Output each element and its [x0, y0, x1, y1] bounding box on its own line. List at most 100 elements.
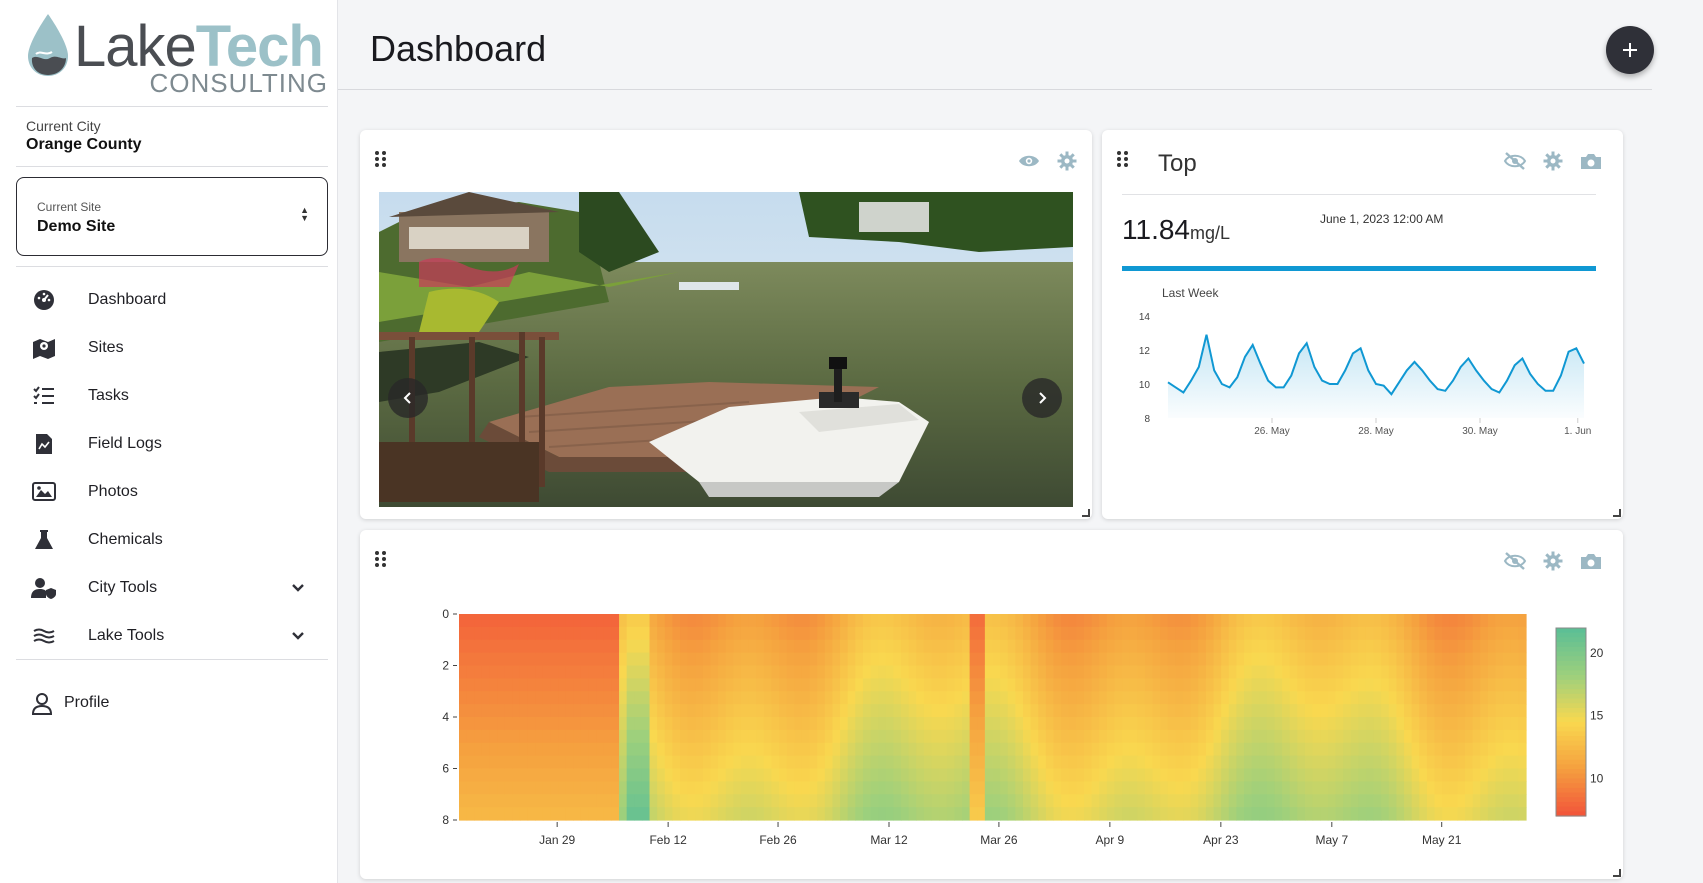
heatmap-cell [893, 717, 902, 731]
drag-handle-icon[interactable] [374, 150, 388, 168]
heatmap-cell [1304, 704, 1314, 718]
sidebar-item-city-tools[interactable]: City Tools [16, 564, 328, 612]
heatmap-cell [702, 678, 712, 692]
heatmap-cell [580, 626, 590, 641]
heatmap-cell [1251, 768, 1260, 782]
heatmap-cell [916, 768, 925, 782]
heatmap-cell [1099, 768, 1108, 782]
heatmap-cell [680, 639, 689, 654]
heatmap-cell [1304, 729, 1314, 744]
heatmap-cell [512, 742, 521, 757]
heatmap-cell [619, 729, 628, 744]
heatmap-cell [1396, 781, 1405, 795]
heatmap-cell [1350, 794, 1359, 808]
heatmap-cell [1015, 755, 1024, 770]
heatmap-cell [1213, 626, 1222, 641]
heatmap-cell [504, 729, 513, 744]
heatmap-cell [1251, 755, 1260, 770]
heatmap-cell [1091, 729, 1100, 744]
heatmap-cell [1274, 691, 1283, 705]
heatmap-cell [1015, 614, 1024, 628]
heatmap-cell [695, 704, 704, 718]
heatmap-cell [672, 794, 681, 808]
camera-icon[interactable] [1578, 148, 1604, 174]
heatmap-cell [1228, 639, 1237, 654]
heatmap-cell [908, 626, 917, 641]
heatmap-cell [923, 794, 933, 808]
heatmap-cell [840, 614, 849, 628]
heatmap-cell [908, 729, 917, 744]
heatmap-cell [687, 704, 696, 718]
heatmap-cell [1518, 614, 1527, 628]
heatmap-cell [1289, 794, 1298, 808]
heatmap-cell [801, 794, 811, 808]
heatmap-cell [580, 665, 590, 679]
heatmap-cell [1503, 691, 1512, 705]
sidebar-item-dashboard[interactable]: Dashboard [16, 276, 328, 324]
heatmap-cell [740, 794, 750, 808]
heatmap-cell [1244, 704, 1253, 718]
heatmap-cell [1068, 807, 1077, 821]
heatmap-cell [962, 652, 971, 667]
sidebar-item-field-logs[interactable]: Field Logs [16, 420, 328, 468]
laketech-logo[interactable]: LakeTech CONSULTING [24, 14, 334, 98]
heatmap-cell [748, 639, 757, 654]
heatmap-cell [626, 704, 635, 718]
heatmap-cell [840, 768, 849, 782]
sidebar-item-photos[interactable]: Photos [16, 468, 328, 516]
heatmap-cell [1000, 729, 1009, 744]
sidebar-item-chemicals[interactable]: Chemicals [16, 516, 328, 564]
carousel-prev-button[interactable] [388, 378, 428, 418]
heatmap-cell [710, 691, 719, 705]
eye-icon[interactable] [1016, 148, 1042, 174]
eye-slash-icon[interactable] [1502, 148, 1528, 174]
gear-icon[interactable] [1540, 548, 1566, 574]
heatmap-cell [641, 781, 651, 795]
heatmap-cell [809, 717, 818, 731]
heatmap-cell [855, 717, 864, 731]
heatmap-cell [573, 614, 582, 628]
heatmap-cell [1144, 678, 1154, 692]
colorbar-segment [1556, 670, 1586, 676]
heatmap-cell [550, 781, 559, 795]
sidebar-item-lake-tools[interactable]: Lake Tools [16, 612, 328, 660]
resize-handle[interactable] [1613, 509, 1621, 517]
resize-handle[interactable] [1613, 869, 1621, 877]
drag-handle-icon[interactable] [1116, 150, 1130, 168]
heatmap-cell [481, 755, 491, 770]
heatmap-cell [901, 768, 910, 782]
heatmap-cell [771, 742, 780, 757]
add-widget-button[interactable] [1606, 26, 1654, 74]
sidebar-item-tasks[interactable]: Tasks [16, 372, 328, 420]
heatmap-cell [1282, 755, 1291, 770]
camera-icon[interactable] [1578, 548, 1604, 574]
heatmap-cell [634, 768, 643, 782]
current-site-select[interactable]: Current Site Demo Site ▲ ▼ [16, 177, 328, 256]
heatmap-cell [1152, 755, 1161, 770]
drag-handle-icon[interactable] [374, 550, 388, 568]
heatmap-cell [1152, 794, 1161, 808]
gear-icon[interactable] [1054, 148, 1080, 174]
widget-actions [1502, 548, 1604, 574]
heatmap-cell [740, 717, 750, 731]
heatmap-cell [763, 614, 773, 628]
heatmap-cell [1495, 717, 1504, 731]
heatmap-cell [1365, 626, 1375, 641]
heatmap-cell [634, 626, 643, 641]
heatmap-cell [603, 614, 613, 628]
heatmap-cell [672, 639, 681, 654]
heatmap-cell [1373, 665, 1382, 679]
sidebar-item-profile[interactable]: Profile [16, 682, 328, 726]
eye-slash-icon[interactable] [1502, 548, 1528, 574]
gear-icon[interactable] [1540, 148, 1566, 174]
resize-handle[interactable] [1082, 509, 1090, 517]
colorbar-segment [1556, 806, 1586, 812]
heatmap-cell [611, 768, 620, 782]
heatmap-cell [946, 807, 955, 821]
heatmap-cell [619, 794, 628, 808]
heatmap-cell [1411, 768, 1420, 782]
sidebar-item-sites[interactable]: Sites [16, 324, 328, 372]
carousel-next-button[interactable] [1022, 378, 1062, 418]
heatmap-cell [542, 626, 552, 641]
heatmap-cell [779, 742, 788, 757]
